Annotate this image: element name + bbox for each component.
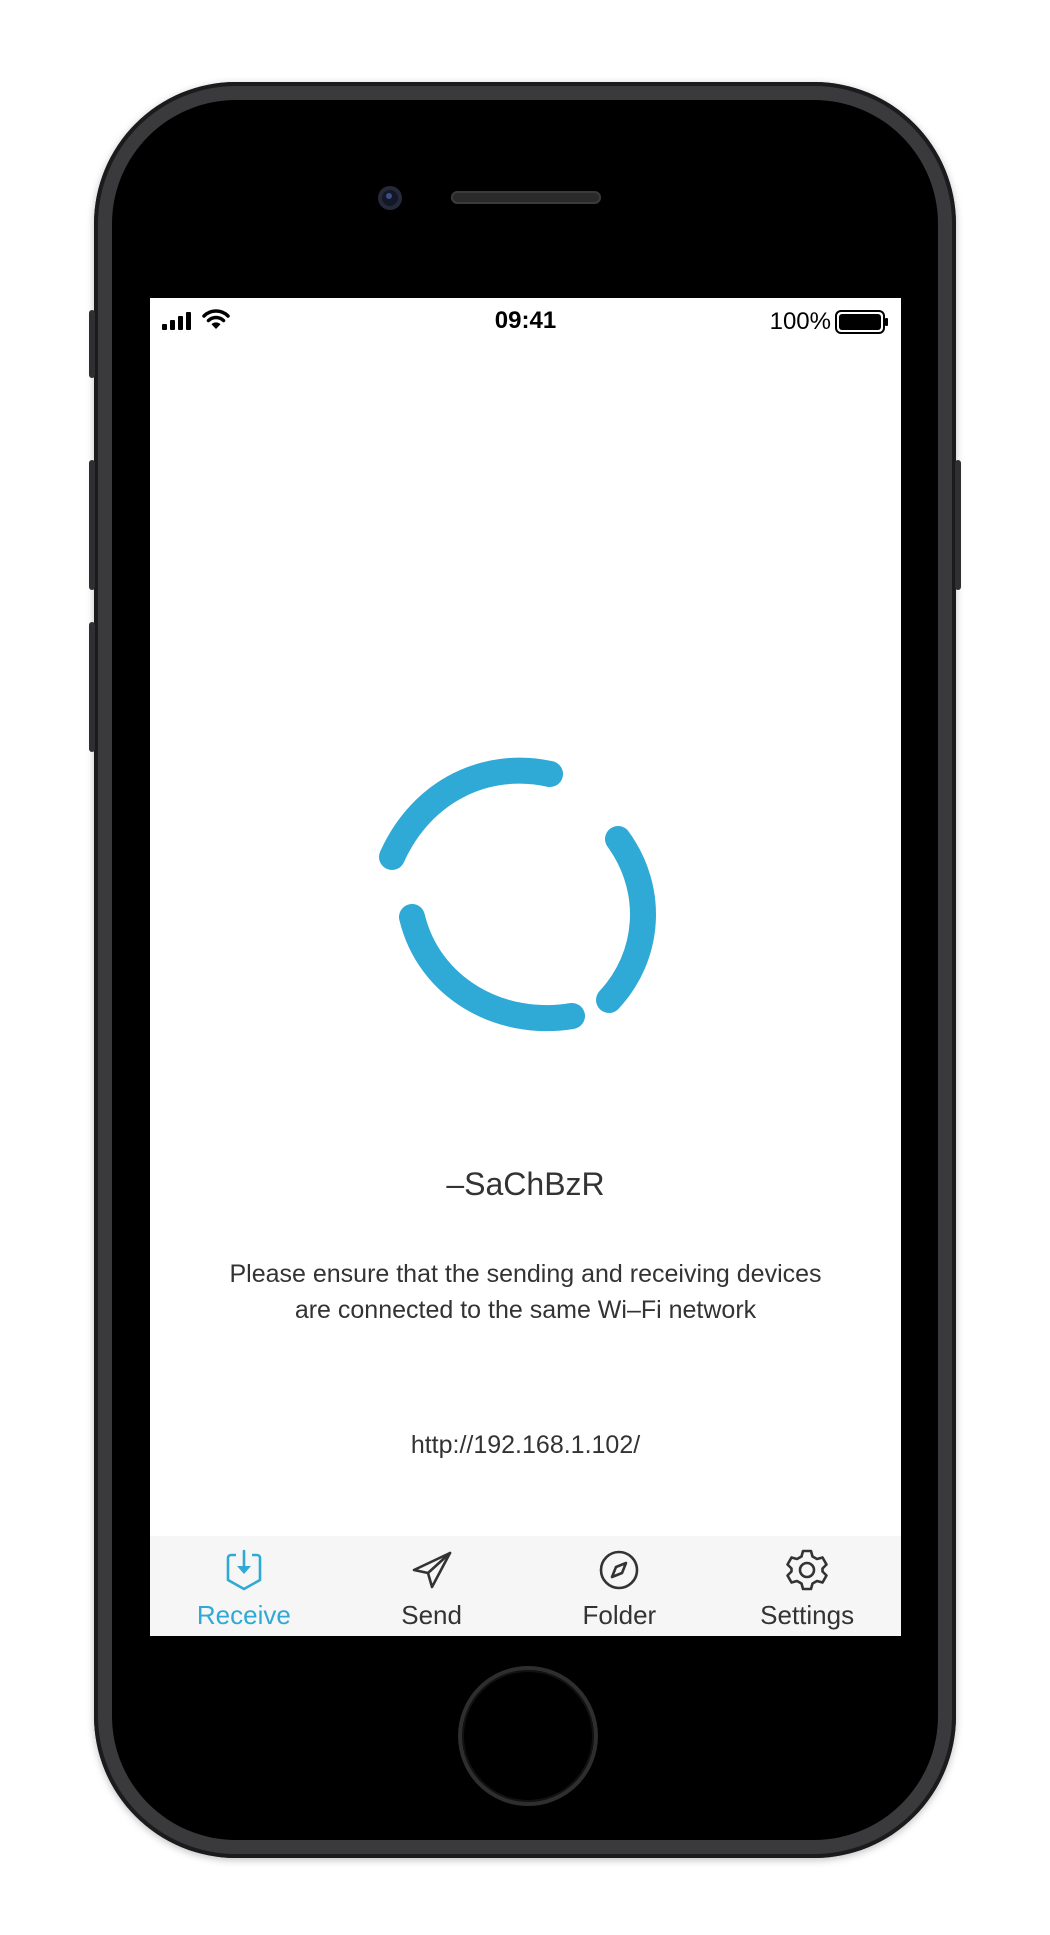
gear-icon (786, 1549, 828, 1591)
tab-send[interactable]: Send (338, 1536, 526, 1636)
instructions-line-2: are connected to the same Wi–Fi network (294, 1296, 757, 1324)
tab-folder-label: Folder (582, 1600, 657, 1630)
tab-receive[interactable]: Receive (150, 1536, 338, 1636)
loading-spinner-icon (379, 757, 656, 1032)
tab-send-label: Send (401, 1600, 462, 1630)
spinner-arc-right (596, 826, 656, 1013)
tab-settings-label: Settings (760, 1600, 855, 1630)
earpiece-speaker (451, 191, 601, 204)
tab-settings[interactable]: Settings (713, 1536, 901, 1636)
tab-receive-label: Receive (196, 1600, 291, 1630)
spinner-arc-top (379, 757, 563, 870)
network-instructions: Please ensure that the sending and recei… (190, 1256, 861, 1328)
battery-full-icon (835, 310, 888, 334)
home-button[interactable] (458, 1666, 598, 1806)
power-button (955, 460, 961, 590)
volume-up-button (89, 460, 95, 590)
tab-bar: Receive Send Folder Settings (150, 1536, 901, 1636)
instructions-line-1: Please ensure that the sending and recei… (229, 1260, 822, 1288)
tab-folder[interactable]: Folder (526, 1536, 714, 1636)
download-box-icon (226, 1549, 262, 1591)
mute-switch (89, 310, 95, 378)
device-name: –SaChBzR (446, 1166, 605, 1202)
status-bar: 09:41 100% (150, 298, 901, 342)
app-screen: 09:41 100% –SaChBzR Please ensure that t… (150, 298, 901, 1636)
battery-percentage: 100% (769, 308, 831, 335)
server-url[interactable]: http://192.168.1.102/ (150, 1431, 901, 1460)
front-camera (378, 186, 402, 210)
volume-down-button (89, 622, 95, 752)
compass-icon (600, 1550, 639, 1590)
spinner-arc-left (399, 904, 585, 1032)
paper-plane-icon (412, 1551, 451, 1589)
